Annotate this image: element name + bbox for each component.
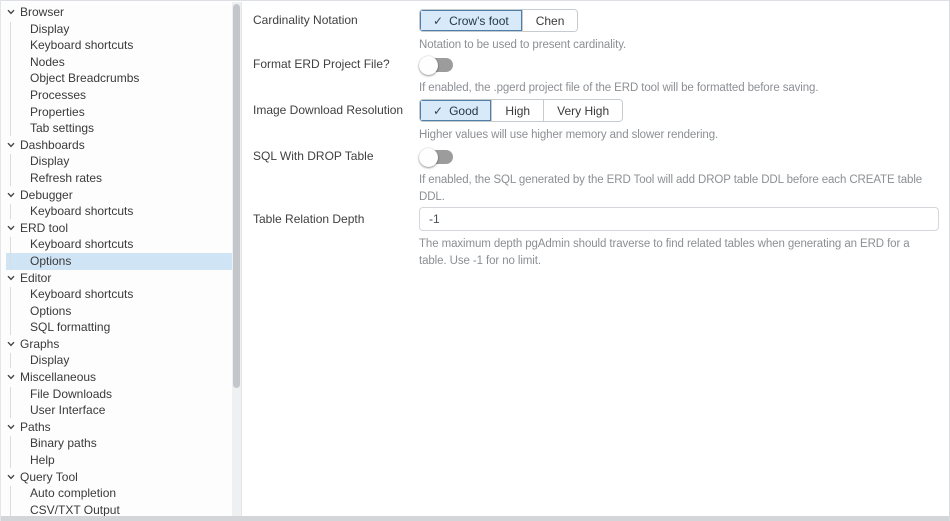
tree-item-paths-binary-paths[interactable]: Binary paths bbox=[6, 435, 232, 452]
tree-group-editor[interactable]: Editor bbox=[1, 270, 232, 287]
chevron-down-icon[interactable] bbox=[6, 223, 16, 233]
tree-scrollbar-track[interactable] bbox=[232, 2, 242, 516]
tree-item-erd-keyboard-shortcuts[interactable]: Keyboard shortcuts bbox=[6, 236, 232, 253]
chevron-down-icon[interactable] bbox=[6, 372, 16, 382]
table-relation-depth-input[interactable] bbox=[419, 207, 939, 231]
tree-item-misc-file-downloads[interactable]: File Downloads bbox=[6, 386, 232, 403]
tree-item-browser-nodes[interactable]: Nodes bbox=[6, 54, 232, 71]
tree-group-label: Browser bbox=[20, 5, 65, 19]
tree-item-editor-options[interactable]: Options bbox=[6, 303, 232, 320]
tree-group-label: Miscellaneous bbox=[20, 370, 97, 385]
setting-help-text: Higher values will use higher memory and… bbox=[419, 129, 719, 141]
tree-children-browser: Display Keyboard shortcuts Nodes Object … bbox=[1, 21, 232, 137]
image-download-resolution-button-group: ✓ Good High Very High bbox=[419, 99, 624, 122]
tree-group-debugger[interactable]: Debugger bbox=[1, 187, 232, 204]
cardinality-notation-button-group: ✓ Crow's foot Chen bbox=[419, 9, 579, 32]
chevron-down-icon[interactable] bbox=[6, 339, 16, 349]
tree-item-editor-sql-formatting[interactable]: SQL formatting bbox=[6, 319, 232, 336]
tree-group-paths[interactable]: Paths bbox=[1, 419, 232, 436]
format-erd-project-file-toggle[interactable] bbox=[419, 55, 455, 75]
crows-foot-button[interactable]: ✓ Crow's foot bbox=[420, 10, 522, 31]
tree-item-browser-tab-settings[interactable]: Tab settings bbox=[6, 120, 232, 137]
resolution-very-high-button[interactable]: Very High bbox=[543, 100, 623, 121]
tree-group-label: ERD tool bbox=[20, 220, 69, 235]
tree-item-browser-object-breadcrumbs[interactable]: Object Breadcrumbs bbox=[6, 70, 232, 87]
tree-item-dashboards-display[interactable]: Display bbox=[6, 153, 232, 170]
setting-label: Format ERD Project File? bbox=[253, 57, 390, 71]
sql-with-drop-table-toggle[interactable] bbox=[419, 147, 455, 167]
tree-children-miscellaneous: File Downloads User Interface bbox=[1, 386, 232, 419]
setting-label: Table Relation Depth bbox=[253, 212, 365, 226]
tree-item-editor-keyboard-shortcuts[interactable]: Keyboard shortcuts bbox=[6, 286, 232, 303]
setting-label: SQL With DROP Table bbox=[253, 149, 374, 163]
tree-scrollbar-thumb[interactable] bbox=[233, 4, 240, 388]
chevron-down-icon[interactable] bbox=[6, 273, 16, 283]
button-label: Good bbox=[449, 103, 479, 118]
tree-group-label: Graphs bbox=[20, 336, 60, 351]
button-label: Very High bbox=[557, 103, 610, 118]
toggle-knob bbox=[419, 147, 438, 167]
tree-item-graphs-display[interactable]: Display bbox=[6, 352, 232, 369]
tree-item-qt-csv-txt-output[interactable]: CSV/TXT Output bbox=[6, 502, 232, 516]
setting-row-sql-with-drop-table: SQL With DROP Table If enabled, the SQL … bbox=[253, 147, 948, 206]
preferences-tree: Browser Display Keyboard shortcuts Nodes… bbox=[1, 2, 232, 516]
button-label: High bbox=[505, 103, 531, 118]
chen-button[interactable]: Chen bbox=[521, 10, 578, 31]
setting-label: Image Download Resolution bbox=[253, 103, 404, 117]
check-icon: ✓ bbox=[433, 103, 444, 118]
tree-group-label: Paths bbox=[20, 419, 51, 434]
setting-help-text: Notation to be used to present cardinali… bbox=[419, 39, 627, 51]
tree-children-query-tool: Auto completion CSV/TXT Output bbox=[1, 485, 232, 516]
tree-item-erd-options-selected[interactable]: Options bbox=[6, 252, 232, 270]
setting-row-table-relation-depth: Table Relation Depth The maximum depth p… bbox=[253, 207, 948, 270]
chevron-down-icon[interactable] bbox=[6, 422, 16, 432]
tree-item-browser-processes[interactable]: Processes bbox=[6, 87, 232, 104]
tree-item-browser-display[interactable]: Display bbox=[6, 21, 232, 38]
check-icon: ✓ bbox=[433, 13, 444, 28]
bottom-edge bbox=[1, 516, 949, 521]
tree-children-debugger: Keyboard shortcuts bbox=[1, 203, 232, 220]
chevron-down-icon[interactable] bbox=[6, 190, 16, 200]
tree-group-query-tool[interactable]: Query Tool bbox=[1, 469, 232, 486]
resolution-high-button[interactable]: High bbox=[491, 100, 544, 121]
setting-help-text: If enabled, the .pgerd project file of t… bbox=[419, 82, 819, 94]
tree-group-graphs[interactable]: Graphs bbox=[1, 336, 232, 353]
setting-row-image-download-resolution: Image Download Resolution ✓ Good High Ve… bbox=[253, 99, 948, 144]
setting-help-text: The maximum depth pgAdmin should travers… bbox=[419, 238, 910, 267]
button-label: Chen bbox=[535, 13, 565, 28]
tree-group-label: Dashboards bbox=[20, 137, 85, 152]
setting-row-cardinality-notation: Cardinality Notation ✓ Crow's foot Chen … bbox=[253, 9, 948, 54]
setting-label: Cardinality Notation bbox=[253, 13, 358, 27]
setting-row-format-erd-project-file: Format ERD Project File? If enabled, the… bbox=[253, 55, 948, 97]
preferences-dialog: Browser Display Keyboard shortcuts Nodes… bbox=[0, 0, 950, 521]
tree-children-graphs: Display bbox=[1, 352, 232, 369]
tree-children-paths: Binary paths Help bbox=[1, 435, 232, 468]
tree-group-browser[interactable]: Browser bbox=[1, 4, 232, 21]
tree-group-erd-tool[interactable]: ERD tool bbox=[1, 220, 232, 237]
tree-children-erd-tool: Keyboard shortcuts Options bbox=[1, 236, 232, 270]
tree-item-debugger-keyboard-shortcuts[interactable]: Keyboard shortcuts bbox=[6, 203, 232, 220]
tree-group-label: Query Tool bbox=[20, 469, 78, 484]
chevron-down-icon[interactable] bbox=[6, 472, 16, 482]
tree-group-label: Debugger bbox=[20, 187, 73, 202]
settings-panel: Cardinality Notation ✓ Crow's foot Chen … bbox=[243, 2, 948, 516]
tree-children-editor: Keyboard shortcuts Options SQL formattin… bbox=[1, 286, 232, 336]
resolution-good-button[interactable]: ✓ Good bbox=[420, 100, 492, 121]
tree-group-miscellaneous[interactable]: Miscellaneous bbox=[1, 369, 232, 386]
chevron-down-icon[interactable] bbox=[6, 140, 16, 150]
tree-group-dashboards[interactable]: Dashboards bbox=[1, 137, 232, 154]
tree-children-dashboards: Display Refresh rates bbox=[1, 153, 232, 186]
tree-item-misc-user-interface[interactable]: User Interface bbox=[6, 402, 232, 419]
tree-item-browser-keyboard-shortcuts[interactable]: Keyboard shortcuts bbox=[6, 37, 232, 54]
tree-item-browser-properties[interactable]: Properties bbox=[6, 104, 232, 121]
toggle-knob bbox=[419, 55, 438, 75]
tree-group-label: Editor bbox=[20, 270, 52, 285]
setting-help-text: If enabled, the SQL generated by the ERD… bbox=[419, 174, 923, 203]
tree-item-dashboards-refresh-rates[interactable]: Refresh rates bbox=[6, 170, 232, 187]
button-label: Crow's foot bbox=[449, 13, 509, 28]
chevron-down-icon[interactable] bbox=[6, 7, 16, 17]
tree-item-paths-help[interactable]: Help bbox=[6, 452, 232, 469]
tree-item-qt-auto-completion[interactable]: Auto completion bbox=[6, 485, 232, 502]
